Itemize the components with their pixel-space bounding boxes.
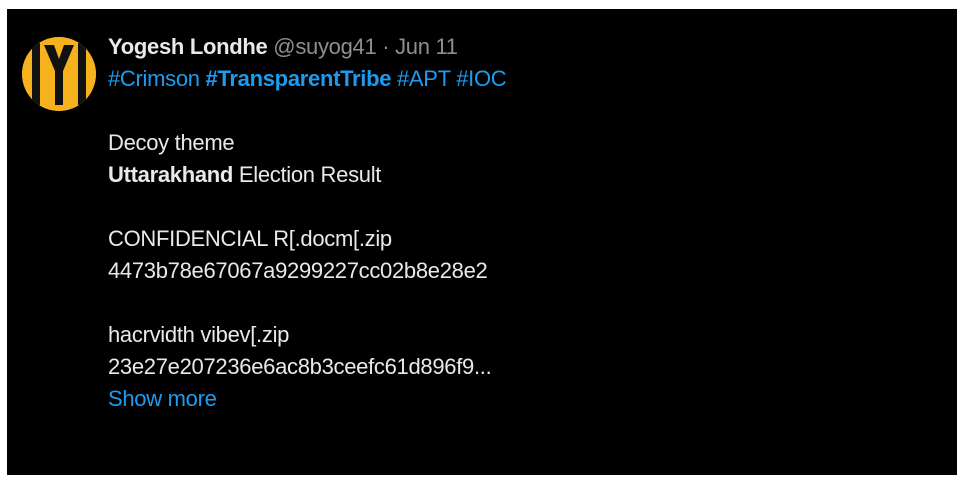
hashtag-row: #Crimson #TransparentTribe #APT #IOC	[108, 63, 938, 95]
hashtag-ioc[interactable]: #IOC	[456, 66, 506, 91]
avatar[interactable]	[22, 37, 96, 111]
hashtag-transparenttribe[interactable]: #TransparentTribe	[206, 66, 392, 91]
decoy-title-bold: Uttarakhand	[108, 162, 234, 187]
decoy-title-rest: Election Result	[233, 162, 382, 187]
hashtag-crimson[interactable]: #Crimson	[108, 66, 200, 91]
file2-name: hacrvidth vibev[.zip	[108, 322, 290, 347]
tweet-card[interactable]: Yogesh Londhe @suyog41 · Jun 11 #Crimson…	[7, 9, 957, 475]
author-handle[interactable]: @suyog41	[273, 34, 376, 59]
decoy-label: Decoy theme	[108, 130, 235, 155]
file1-name: CONFIDENCIAL R[.docm[.zip	[108, 226, 392, 251]
hashtag-apt[interactable]: #APT	[397, 66, 451, 91]
file2-hash: 23e27e207236e6ac8b3ceefc61d896f9...	[108, 354, 492, 379]
decoy-title: Uttarakhand Election Result	[108, 159, 938, 191]
file1-hash: 4473b78e67067a9299227cc02b8e28e2	[108, 258, 488, 283]
show-more-link[interactable]: Show more	[108, 383, 938, 415]
header-separator: ·	[382, 34, 390, 59]
tweet-content: Yogesh Londhe @suyog41 · Jun 11 #Crimson…	[108, 31, 938, 415]
tweet-header: Yogesh Londhe @suyog41 · Jun 11	[108, 31, 938, 63]
avatar-logo-icon	[22, 37, 96, 111]
author-name[interactable]: Yogesh Londhe	[108, 34, 268, 59]
tweet-date[interactable]: Jun 11	[395, 34, 458, 59]
